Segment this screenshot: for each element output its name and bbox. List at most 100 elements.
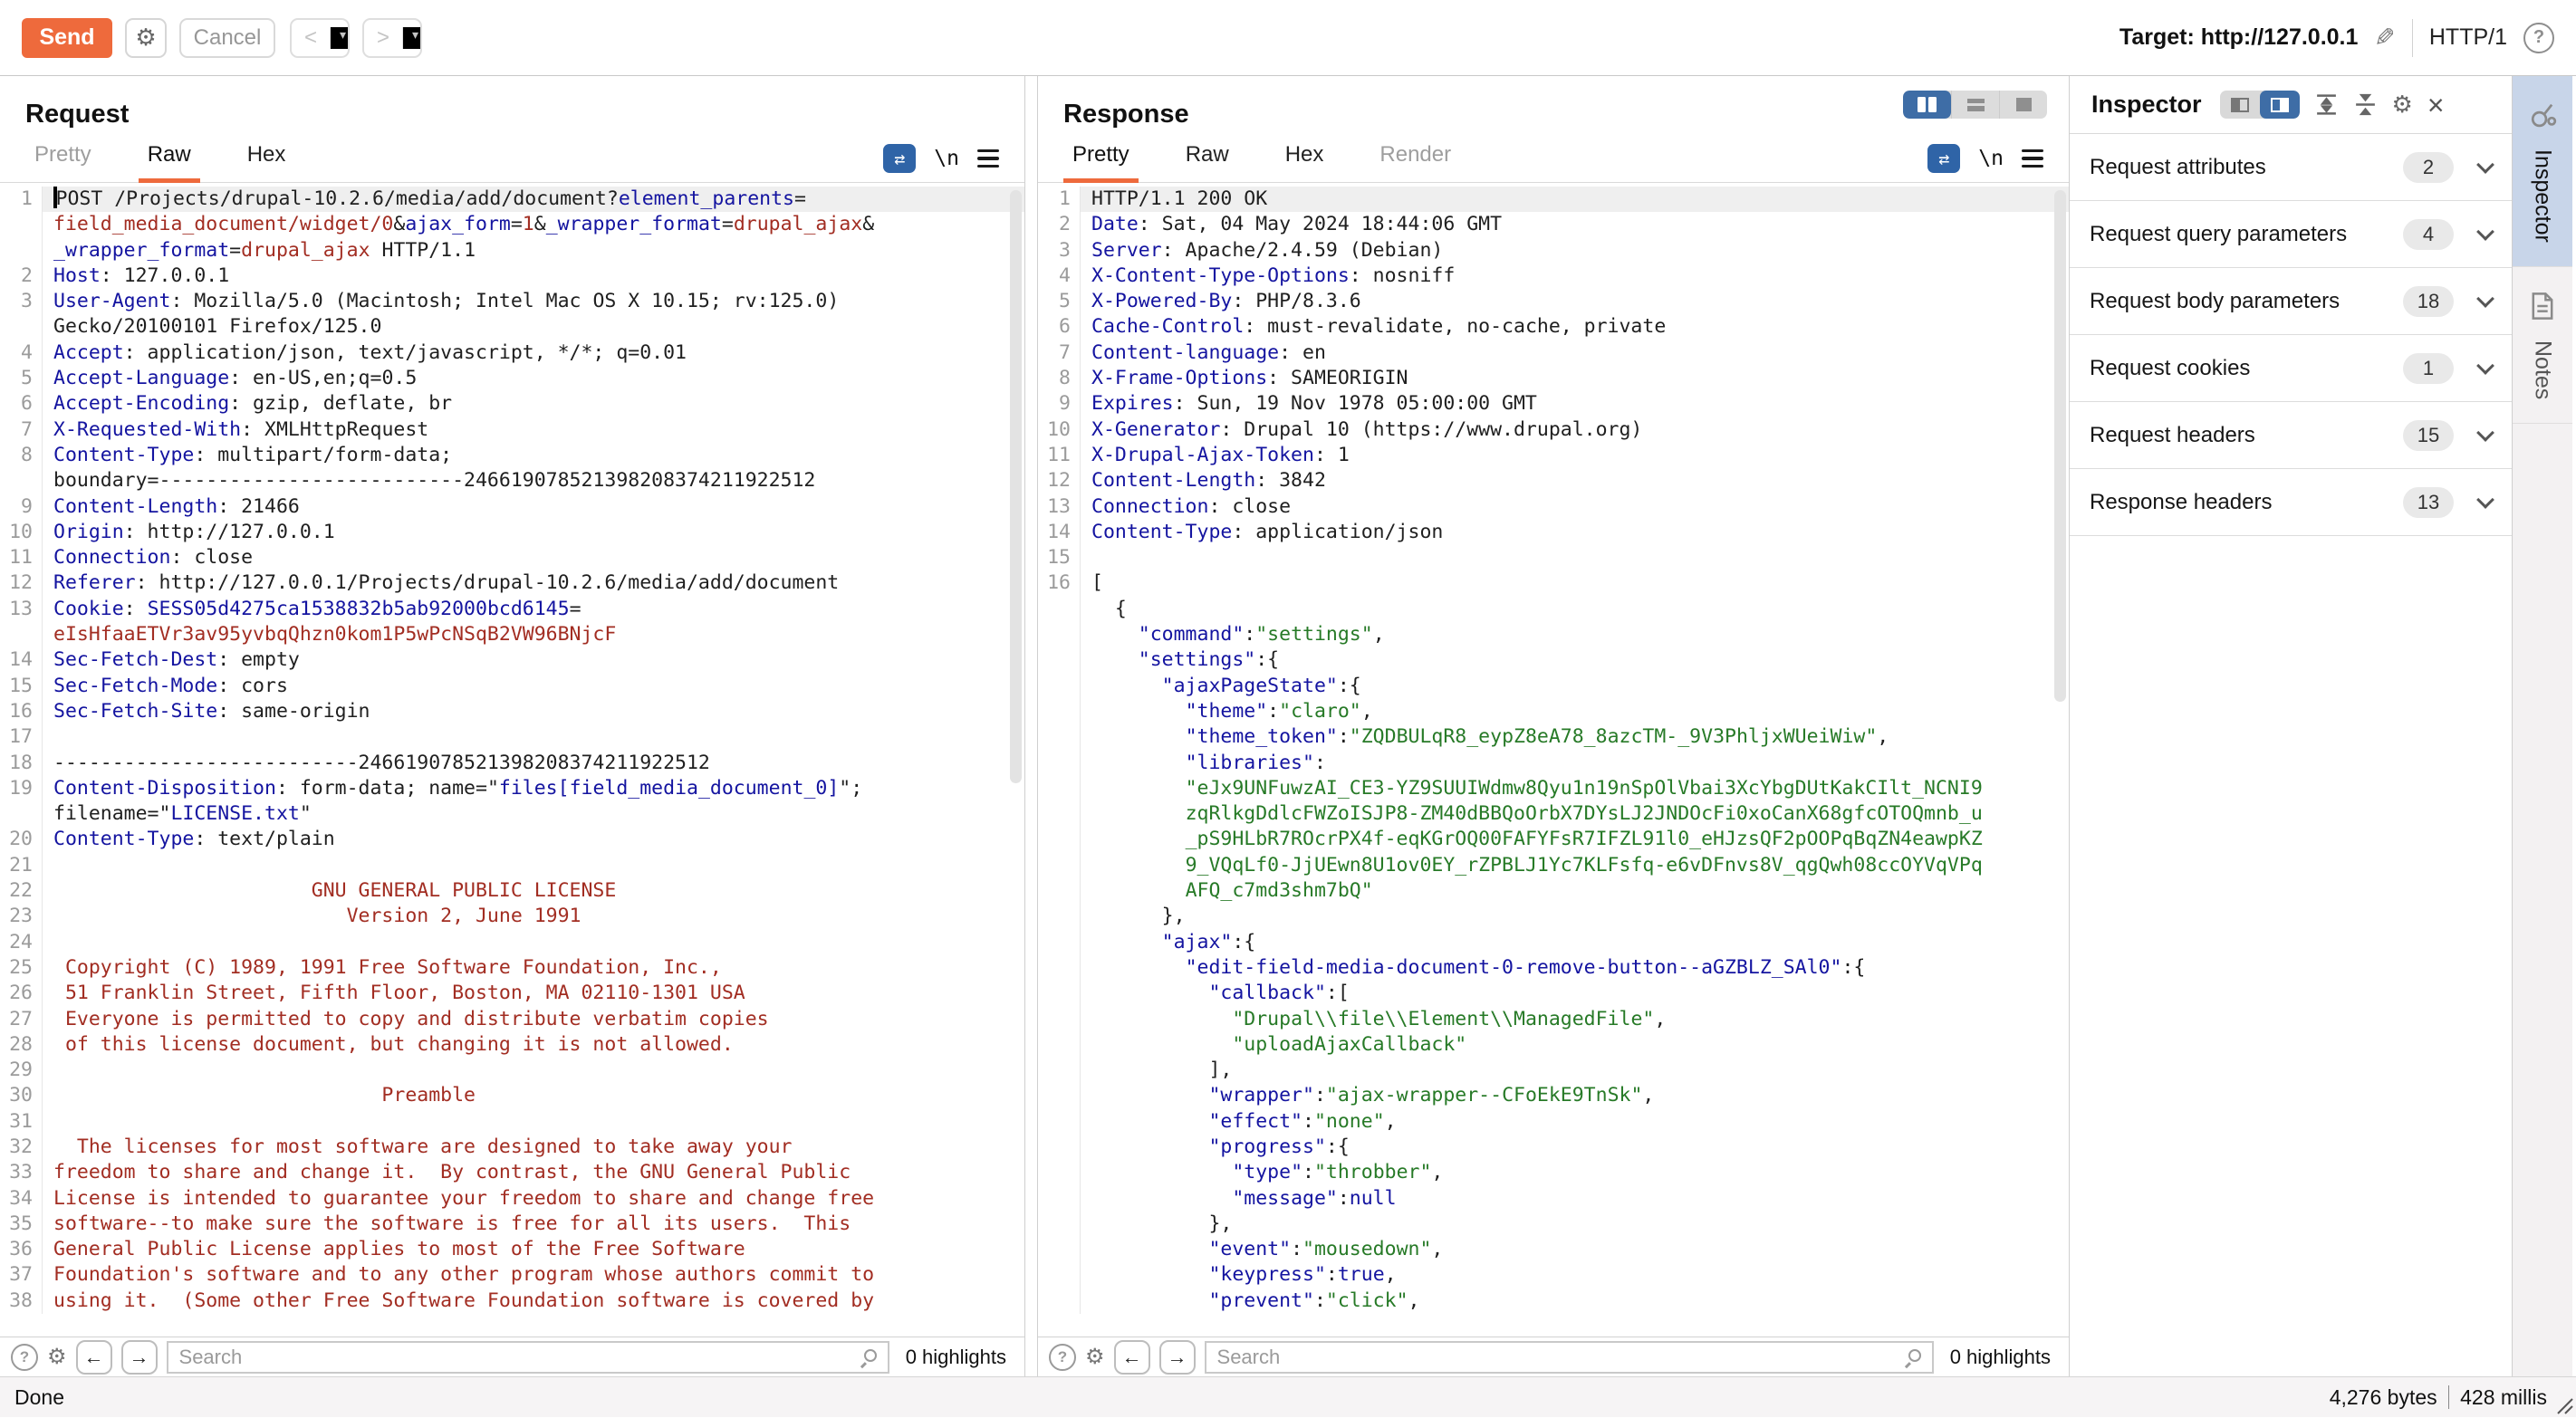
layout-single-button[interactable] bbox=[1999, 91, 2047, 119]
line-number bbox=[1038, 776, 1080, 801]
code-line: 36General Public License applies to most… bbox=[0, 1237, 1024, 1262]
tab-pretty[interactable]: Pretty bbox=[25, 135, 101, 183]
code-line: "prevent":"click", bbox=[1038, 1289, 2069, 1314]
line-number bbox=[1038, 981, 1080, 1006]
line-number: 25 bbox=[0, 955, 42, 981]
inspector-section-request-query-parameters[interactable]: Request query parameters4 bbox=[2070, 201, 2512, 268]
http-version-selector[interactable]: HTTP/1 bbox=[2429, 24, 2507, 51]
inspector-magnifier-icon bbox=[2527, 100, 2558, 135]
show-newlines-toggle[interactable]: \n bbox=[1978, 147, 2004, 170]
inspector-section-request-headers[interactable]: Request headers15 bbox=[2070, 402, 2512, 469]
tab-hex[interactable]: Hex bbox=[238, 135, 295, 183]
inspector-section-request-body-parameters[interactable]: Request body parameters18 bbox=[2070, 268, 2512, 335]
code-line: { bbox=[1038, 597, 2069, 622]
search-prev-button[interactable]: ← bbox=[1114, 1340, 1150, 1375]
next-request-button[interactable]: > ▾ bbox=[362, 18, 422, 58]
tab-pretty[interactable]: Pretty bbox=[1063, 135, 1139, 183]
line-number bbox=[1038, 1083, 1080, 1108]
response-search-input[interactable] bbox=[1206, 1343, 1932, 1372]
show-newlines-toggle[interactable]: \n bbox=[934, 147, 959, 170]
inspector-dock-left-button[interactable] bbox=[2220, 91, 2260, 119]
word-wrap-toggle-icon[interactable]: ⇄ bbox=[883, 144, 916, 173]
chevron-down-icon[interactable] bbox=[2476, 156, 2494, 174]
search-help-icon[interactable]: ? bbox=[11, 1344, 38, 1371]
expand-all-icon[interactable] bbox=[2314, 92, 2339, 117]
side-tab-inspector[interactable]: Inspector bbox=[2513, 76, 2572, 267]
code-line: 12Referer: http://127.0.0.1/Projects/dru… bbox=[0, 570, 1024, 596]
search-prev-button[interactable]: ← bbox=[76, 1340, 112, 1375]
dropdown-caret-icon[interactable]: ▾ bbox=[331, 27, 349, 49]
chevron-down-icon[interactable] bbox=[2476, 491, 2494, 509]
search-settings-icon[interactable]: ⚙ bbox=[1085, 1344, 1105, 1370]
cancel-button[interactable]: Cancel bbox=[179, 18, 275, 58]
request-search-input[interactable] bbox=[168, 1343, 888, 1372]
inspector-section-response-headers[interactable]: Response headers13 bbox=[2070, 469, 2512, 536]
line-number: 8 bbox=[1038, 366, 1080, 391]
code-line: 2Host: 127.0.0.1 bbox=[0, 263, 1024, 289]
search-next-button[interactable]: → bbox=[121, 1340, 158, 1375]
send-settings-button[interactable]: ⚙ bbox=[125, 18, 167, 58]
side-tab-inspector-label: Inspector bbox=[2530, 149, 2556, 243]
word-wrap-toggle-icon[interactable]: ⇄ bbox=[1927, 144, 1960, 173]
collapse-all-icon[interactable] bbox=[2353, 92, 2378, 117]
request-editor[interactable]: 1POST /Projects/drupal-10.2.6/media/add/… bbox=[0, 183, 1024, 1337]
inspector-section-request-attributes[interactable]: Request attributes2 bbox=[2070, 134, 2512, 201]
code-line: 5Accept-Language: en-US,en;q=0.5 bbox=[0, 366, 1024, 391]
line-number: 34 bbox=[0, 1186, 42, 1212]
resize-grip-icon[interactable] bbox=[2552, 1394, 2574, 1415]
chevron-down-icon[interactable] bbox=[2476, 424, 2494, 442]
line-number: 9 bbox=[0, 494, 42, 520]
line-number: 31 bbox=[0, 1109, 42, 1135]
line-number: 18 bbox=[0, 751, 42, 776]
prev-request-button[interactable]: < ▾ bbox=[290, 18, 350, 58]
line-number bbox=[1038, 699, 1080, 724]
panel-divider[interactable] bbox=[1025, 76, 1037, 1376]
layout-rows-button[interactable] bbox=[1951, 91, 1999, 119]
code-line: 6Accept-Encoding: gzip, deflate, br bbox=[0, 391, 1024, 417]
line-number bbox=[1038, 622, 1080, 647]
layout-columns-button[interactable] bbox=[1903, 91, 1951, 119]
code-line: 21 bbox=[0, 853, 1024, 878]
response-scrollbar[interactable] bbox=[2054, 190, 2066, 702]
response-editor[interactable]: 1HTTP/1.1 200 OK2Date: Sat, 04 May 2024 … bbox=[1038, 183, 2069, 1337]
code-line: 14Content-Type: application/json bbox=[1038, 520, 2069, 545]
tab-raw[interactable]: Raw bbox=[1177, 135, 1238, 183]
code-line: }, bbox=[1038, 1212, 2069, 1237]
chevron-down-icon[interactable] bbox=[2476, 223, 2494, 241]
side-tab-notes[interactable]: Notes bbox=[2513, 267, 2572, 424]
line-number: 20 bbox=[0, 827, 42, 852]
tab-hex[interactable]: Hex bbox=[1276, 135, 1333, 183]
send-button[interactable]: Send bbox=[22, 18, 112, 58]
code-line: 6Cache-Control: must-revalidate, no-cach… bbox=[1038, 314, 2069, 340]
code-line: 1POST /Projects/drupal-10.2.6/media/add/… bbox=[0, 187, 1024, 212]
inspector-section-request-cookies[interactable]: Request cookies1 bbox=[2070, 335, 2512, 402]
help-icon[interactable]: ? bbox=[2523, 23, 2554, 53]
code-line: 4X-Content-Type-Options: nosniff bbox=[1038, 263, 2069, 289]
code-line: 7X-Requested-With: XMLHttpRequest bbox=[0, 417, 1024, 443]
tab-render[interactable]: Render bbox=[1370, 135, 1460, 183]
editor-menu-icon[interactable] bbox=[2022, 149, 2043, 168]
search-next-button[interactable]: → bbox=[1159, 1340, 1196, 1375]
edit-target-pencil-icon[interactable]: ✎ bbox=[2374, 23, 2395, 53]
inspector-panel: Inspector ⚙ × Request attributes2Request… bbox=[2070, 76, 2512, 1376]
code-line: 16[ bbox=[1038, 570, 2069, 596]
chevron-down-icon[interactable] bbox=[2476, 357, 2494, 375]
tab-raw[interactable]: Raw bbox=[139, 135, 200, 183]
dropdown-caret-icon[interactable]: ▾ bbox=[403, 27, 421, 49]
line-number: 29 bbox=[0, 1058, 42, 1083]
status-message: Done bbox=[14, 1385, 64, 1410]
response-size: 4,276 bytes bbox=[2330, 1385, 2437, 1410]
inspector-close-icon[interactable]: × bbox=[2427, 91, 2445, 120]
line-number: 8 bbox=[0, 443, 42, 468]
search-help-icon[interactable]: ? bbox=[1049, 1344, 1076, 1371]
request-scrollbar[interactable] bbox=[1010, 190, 1022, 783]
inspector-dock-right-button[interactable] bbox=[2260, 91, 2300, 119]
inspector-settings-gear-icon[interactable]: ⚙ bbox=[2392, 91, 2413, 119]
code-line: 3Server: Apache/2.4.59 (Debian) bbox=[1038, 238, 2069, 263]
line-number bbox=[1038, 1237, 1080, 1262]
request-tabs: Pretty Raw Hex ⇄ \n bbox=[0, 135, 1024, 183]
line-number: 9 bbox=[1038, 391, 1080, 417]
chevron-down-icon[interactable] bbox=[2476, 290, 2494, 308]
search-settings-icon[interactable]: ⚙ bbox=[47, 1344, 67, 1370]
editor-menu-icon[interactable] bbox=[977, 149, 999, 168]
